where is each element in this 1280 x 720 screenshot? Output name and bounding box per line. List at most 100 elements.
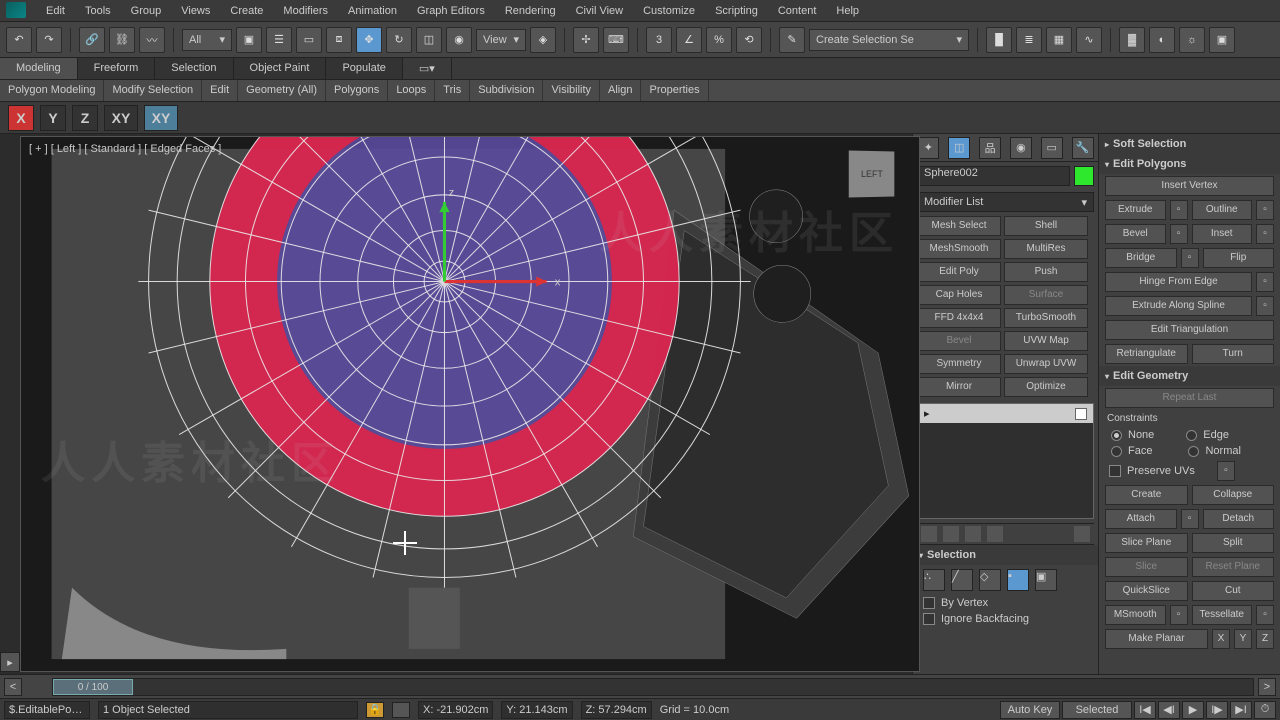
menu-animation[interactable]: Animation (338, 1, 407, 21)
ribbon-tab-selection[interactable]: Selection (155, 58, 233, 79)
quickslice-button[interactable]: QuickSlice (1105, 581, 1188, 601)
soft-selection-rollout[interactable]: ▸Soft Selection (1099, 134, 1280, 154)
time-slider-thumb[interactable]: 0 / 100 (53, 679, 133, 695)
slice-button[interactable]: Slice (1105, 557, 1188, 577)
flip-button[interactable]: Flip (1203, 248, 1275, 268)
autokey-button[interactable]: Auto Key (1000, 701, 1060, 719)
axis-xy-button[interactable]: XY (104, 105, 138, 131)
border-level-icon[interactable]: ◇ (979, 569, 1001, 591)
redo-button[interactable]: ↷ (36, 27, 62, 53)
menu-rendering[interactable]: Rendering (495, 1, 566, 21)
schematic-button[interactable]: ▓ (1119, 27, 1145, 53)
edit-selset-button[interactable]: ✎ (779, 27, 805, 53)
slice-plane-button[interactable]: Slice Plane (1105, 533, 1188, 553)
lock-selection-icon[interactable]: 🔒 (366, 702, 384, 718)
bind-button[interactable]: 〰 (139, 27, 165, 53)
material-editor-button[interactable]: ◐ (1149, 27, 1175, 53)
prev-frame-button[interactable]: ◀I (1158, 701, 1180, 719)
create-button[interactable]: Create (1105, 485, 1188, 505)
extrude-button[interactable]: Extrude (1105, 200, 1166, 220)
ribbon-tab-modeling[interactable]: Modeling (0, 58, 78, 79)
timeline-next-button[interactable]: > (1258, 678, 1276, 696)
mod-multires[interactable]: MultiRes (1004, 239, 1088, 259)
ribbon-minimize-button[interactable]: ▭▾ (403, 58, 452, 79)
extrude-settings-button[interactable]: ▫ (1170, 200, 1188, 220)
ref-coord-dropdown[interactable]: View ▾ (476, 29, 526, 51)
menu-scripting[interactable]: Scripting (705, 1, 768, 21)
preserve-uvs-checkbox[interactable]: Preserve UVs▫ (1099, 459, 1280, 483)
pin-stack-icon[interactable] (921, 526, 937, 542)
collapse-button[interactable]: Collapse (1192, 485, 1275, 505)
cut-button[interactable]: Cut (1192, 581, 1275, 601)
rect-select-button[interactable]: ▭ (296, 27, 322, 53)
planar-y-button[interactable]: Y (1234, 629, 1252, 649)
next-frame-button[interactable]: I▶ (1206, 701, 1228, 719)
edge-level-icon[interactable]: ╱ (951, 569, 973, 591)
extrude-spline-settings-button[interactable]: ▫ (1256, 296, 1274, 316)
preserve-uvs-settings[interactable]: ▫ (1217, 461, 1235, 481)
menu-tools[interactable]: Tools (75, 1, 121, 21)
selection-rollout-header[interactable]: ▾Selection (913, 545, 1098, 565)
constraint-face-radio[interactable] (1111, 446, 1122, 457)
attach-settings-button[interactable]: ▫ (1181, 509, 1199, 529)
menu-edit[interactable]: Edit (36, 1, 75, 21)
viewport-label[interactable]: [ + ] [ Left ] [ Standard ] [ Edged Face… (29, 143, 221, 155)
mod-surface[interactable]: Surface (1004, 285, 1088, 305)
mod-meshsmooth[interactable]: MeshSmooth (917, 239, 1001, 259)
constraint-edge-radio[interactable] (1186, 430, 1197, 441)
axis-z-button[interactable]: Z (72, 105, 98, 131)
select-object-button[interactable]: ▣ (236, 27, 262, 53)
edit-polygons-rollout[interactable]: ▾Edit Polygons (1099, 154, 1280, 174)
hierarchy-tab-icon[interactable]: 品 (979, 137, 1001, 159)
edit-tri-button[interactable]: Edit Triangulation (1105, 320, 1274, 340)
mod-uvw-map[interactable]: UVW Map (1004, 331, 1088, 351)
element-level-icon[interactable]: ▣ (1035, 569, 1057, 591)
bevel-button[interactable]: Bevel (1105, 224, 1166, 244)
goto-start-button[interactable]: I◀ (1134, 701, 1156, 719)
tessellate-settings-button[interactable]: ▫ (1256, 605, 1274, 625)
curve-editor-button[interactable]: ∿ (1076, 27, 1102, 53)
ribbon-polygon-modeling[interactable]: Polygon Modeling (0, 80, 104, 101)
ribbon-tab-populate[interactable]: Populate (326, 58, 402, 79)
unlink-button[interactable]: ⛓ (109, 27, 135, 53)
axis-x-button[interactable]: X (8, 105, 34, 131)
ribbon-edit[interactable]: Edit (202, 80, 238, 101)
turn-button[interactable]: Turn (1192, 344, 1275, 364)
retriangulate-button[interactable]: Retriangulate (1105, 344, 1188, 364)
modify-tab-icon[interactable]: ◫ (948, 137, 970, 159)
link-button[interactable]: 🔗 (79, 27, 105, 53)
ribbon-tris[interactable]: Tris (435, 80, 470, 101)
detach-button[interactable]: Detach (1203, 509, 1275, 529)
object-color-swatch[interactable] (1074, 166, 1094, 186)
mod-turbosmooth[interactable]: TurboSmooth (1004, 308, 1088, 328)
inset-settings-button[interactable]: ▫ (1256, 224, 1274, 244)
mod-edit-poly[interactable]: Edit Poly (917, 262, 1001, 282)
time-config-button[interactable]: ⏱ (1254, 701, 1276, 719)
axis-y-button[interactable]: Y (40, 105, 66, 131)
mod-optimize[interactable]: Optimize (1004, 377, 1088, 397)
key-filters-dropdown[interactable]: Selected (1062, 701, 1132, 719)
menu-modifiers[interactable]: Modifiers (273, 1, 338, 21)
select-move-button[interactable]: ✥ (356, 27, 382, 53)
mod-bevel[interactable]: Bevel (917, 331, 1001, 351)
modifier-stack[interactable]: ▸ Editable Poly (917, 403, 1094, 519)
mod-mesh-select[interactable]: Mesh Select (917, 216, 1001, 236)
timeline-prev-button[interactable]: < (4, 678, 22, 696)
insert-vertex-button[interactable]: Insert Vertex (1105, 176, 1274, 196)
tessellate-button[interactable]: Tessellate (1192, 605, 1253, 625)
ribbon-subdivision[interactable]: Subdivision (470, 80, 543, 101)
ribbon-properties[interactable]: Properties (641, 80, 708, 101)
mod-symmetry[interactable]: Symmetry (917, 354, 1001, 374)
menu-civil-view[interactable]: Civil View (566, 1, 633, 21)
ribbon-modify-selection[interactable]: Modify Selection (104, 80, 202, 101)
select-place-button[interactable]: ◉ (446, 27, 472, 53)
menu-content[interactable]: Content (768, 1, 827, 21)
stack-show-end-icon[interactable] (1075, 408, 1087, 420)
play-button[interactable]: ▶ (1182, 701, 1204, 719)
repeat-last-button[interactable]: Repeat Last (1105, 388, 1274, 408)
snap-3d-button[interactable]: 3 (646, 27, 672, 53)
mod-cap-holes[interactable]: Cap Holes (917, 285, 1001, 305)
split-button[interactable]: Split (1192, 533, 1275, 553)
remove-mod-icon[interactable] (987, 526, 1003, 542)
ribbon-align[interactable]: Align (600, 80, 641, 101)
